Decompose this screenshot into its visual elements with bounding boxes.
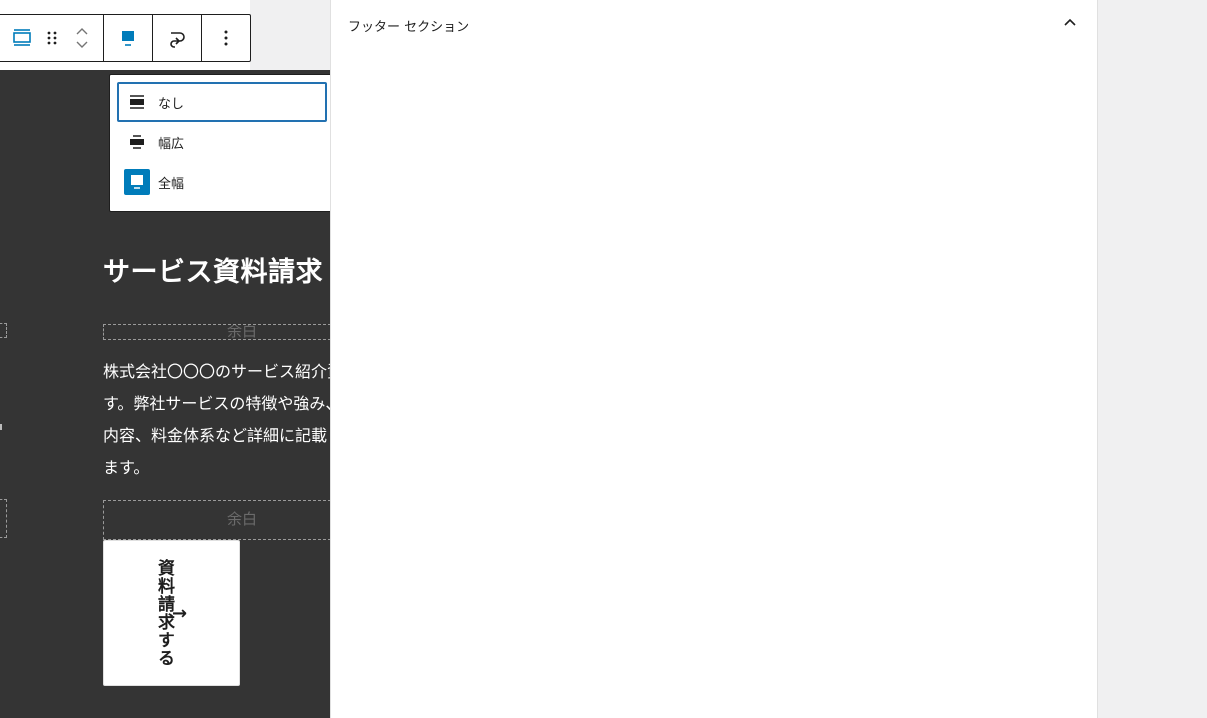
link-icon	[170, 32, 185, 48]
chevron-up-icon[interactable]	[75, 26, 89, 36]
align-option-none[interactable]: なし	[117, 82, 327, 122]
block-mover	[67, 15, 97, 61]
more-vertical-icon	[224, 30, 228, 46]
arrow-right-icon: →	[172, 603, 188, 624]
panel-title[interactable]: フッター セクション	[348, 16, 469, 35]
block-toolbar	[0, 14, 251, 62]
canvas-gutter	[250, 0, 330, 70]
more-options-button[interactable]	[202, 15, 250, 61]
spacer-block-left[interactable]	[0, 323, 7, 338]
block-type-button[interactable]	[7, 15, 37, 61]
align-wide-icon	[124, 129, 150, 155]
align-full-icon	[122, 31, 134, 46]
align-option-wide[interactable]: 幅広	[117, 122, 327, 162]
toolbar-group-more	[202, 15, 250, 61]
align-none-icon	[124, 89, 150, 115]
group-icon	[13, 29, 31, 46]
toolbar-group-block	[0, 15, 104, 61]
toolbar-group-align	[104, 15, 153, 61]
settings-sidebar: フッター セクション	[330, 0, 1098, 718]
align-option-label: なし	[158, 96, 185, 112]
align-option-label: 幅広	[158, 136, 185, 152]
drag-handle-icon	[47, 31, 57, 45]
chevron-down-icon[interactable]	[75, 40, 89, 50]
align-button[interactable]	[104, 15, 152, 61]
section-heading[interactable]: サービス資料請求	[103, 250, 323, 289]
chevron-up-icon	[1064, 18, 1076, 26]
request-document-button[interactable]: 資料請求する →	[103, 540, 240, 686]
align-dropdown-menu: なし 幅広 全幅	[109, 74, 335, 212]
spacer-label: 余白	[226, 324, 257, 340]
panel-toggle-button[interactable]	[1060, 12, 1080, 32]
align-option-full[interactable]: 全幅	[117, 162, 327, 202]
partial-mark	[0, 424, 2, 430]
spacer-block-left[interactable]	[0, 499, 7, 538]
drag-handle-button[interactable]	[37, 15, 67, 61]
spacer-label: 余白	[226, 510, 257, 528]
align-option-label: 全幅	[158, 176, 185, 192]
toolbar-group-link	[153, 15, 202, 61]
link-button[interactable]	[153, 15, 201, 61]
align-full-icon	[124, 169, 150, 195]
